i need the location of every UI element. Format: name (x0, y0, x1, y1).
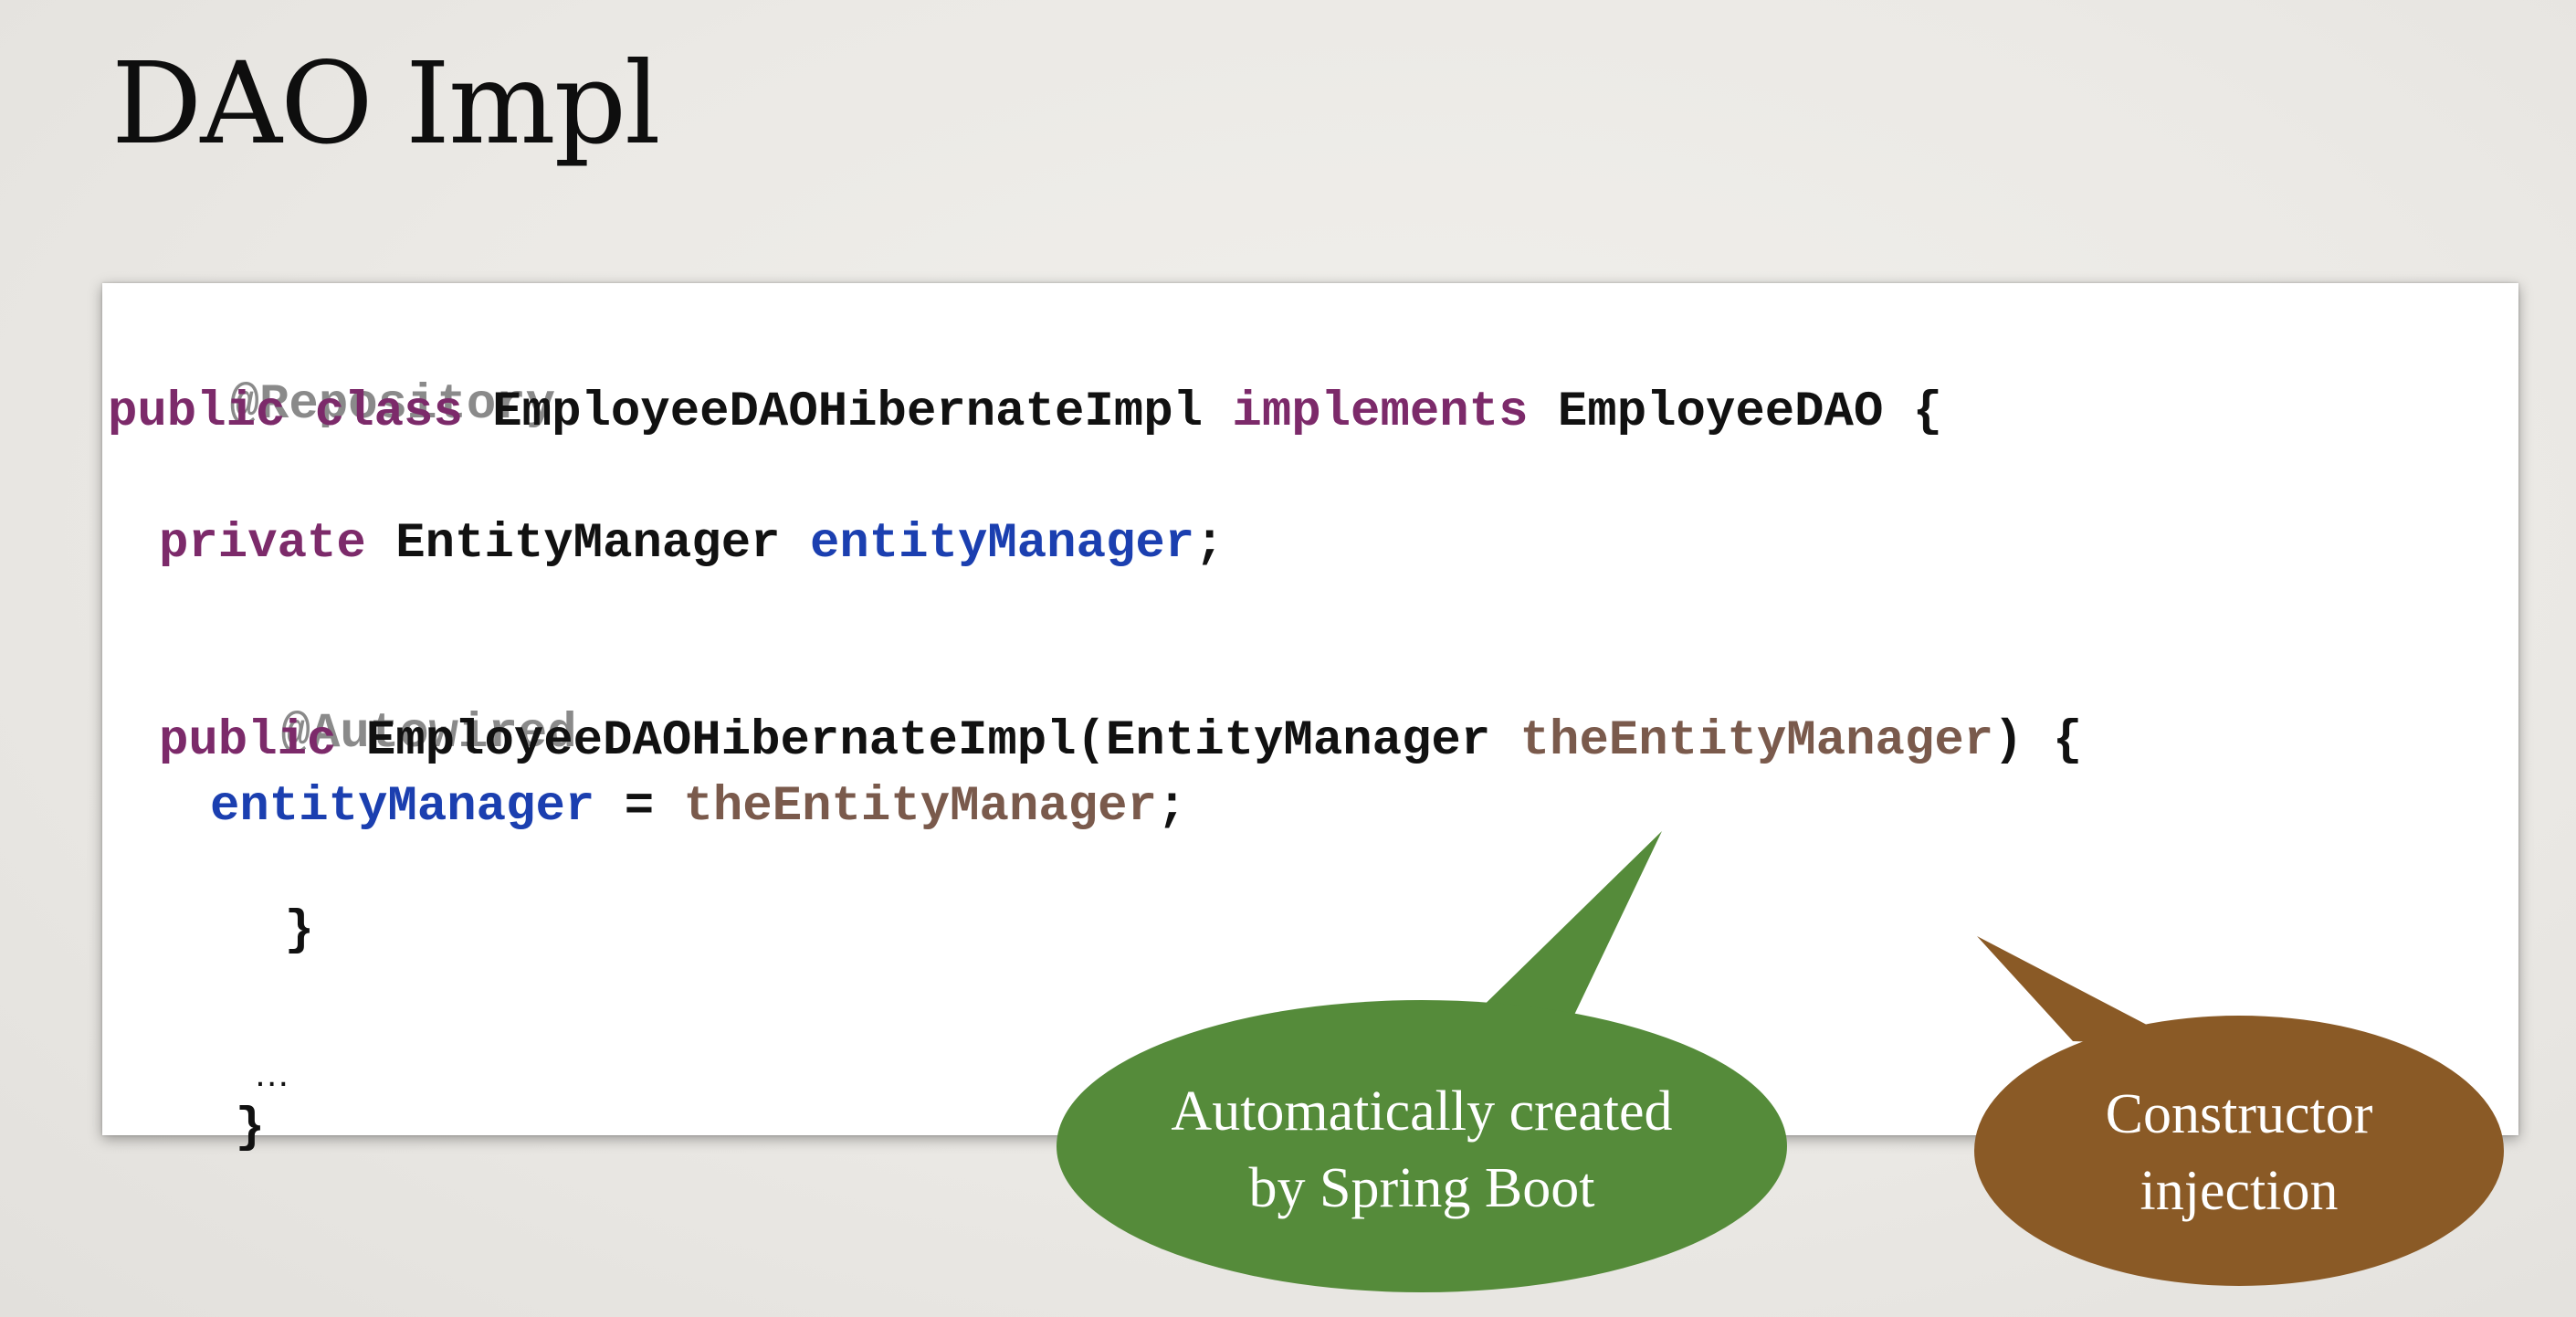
callout-auto-created-text: Automatically created by Spring Boot (1057, 1073, 1787, 1227)
callout-constructor-line1: Constructor (2105, 1083, 2373, 1145)
callout-auto-created-line2: by Spring Boot (1248, 1157, 1595, 1219)
callout-constructor-text: Constructor injection (1974, 1076, 2504, 1229)
callout-constructor-line2: injection (2140, 1160, 2339, 1222)
callout-auto-created-line1: Automatically created (1171, 1080, 1673, 1143)
